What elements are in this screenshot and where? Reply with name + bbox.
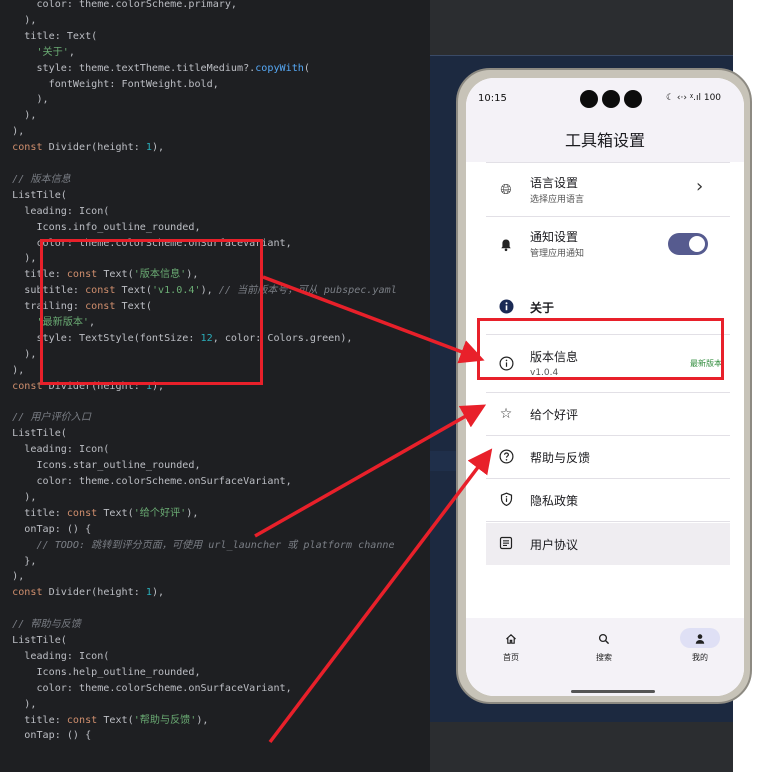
arrow-help [268, 448, 493, 744]
annotation-arrows [254, 275, 493, 744]
arrow-version [262, 275, 485, 364]
arrow-rate [254, 404, 487, 538]
